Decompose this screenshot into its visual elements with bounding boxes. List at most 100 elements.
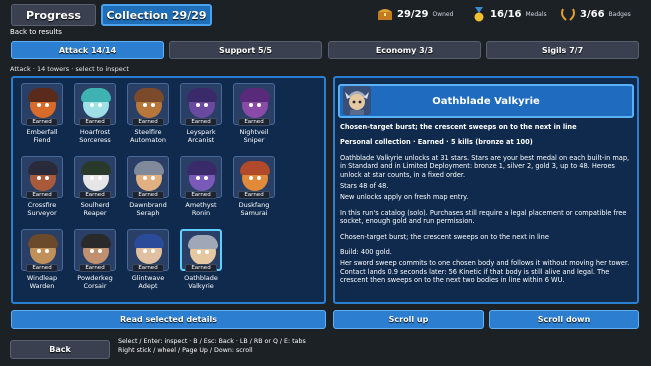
- detail-paragraph: Build: 400 gold.: [340, 248, 392, 257]
- tower-eye: [45, 103, 49, 107]
- tower-eye: [143, 103, 147, 107]
- detail-paragraph: Chosen-target burst; the crescent sweeps…: [340, 123, 577, 131]
- controls-hint-line: Select / Enter: inspect · B / Esc: Back …: [118, 338, 306, 345]
- tower-eye: [37, 176, 41, 180]
- medals-label: Medals: [525, 11, 547, 18]
- tower-headgear: [28, 161, 58, 175]
- detail-paragraph: Her sword sweep commits to one chosen bo…: [340, 259, 630, 285]
- tab-support[interactable]: Support 5/5: [169, 41, 322, 59]
- owned-value: 29/29: [397, 8, 429, 20]
- tower-tile[interactable]: Earned Glintwave Adept: [126, 229, 170, 296]
- tower-eye: [143, 176, 147, 180]
- tower-headgear: [187, 88, 217, 102]
- tower-name: Crossfire Surveyor: [27, 201, 57, 217]
- tower-eye: [98, 176, 102, 180]
- tower-headgear: [81, 161, 111, 175]
- tower-eye: [249, 103, 253, 107]
- detail-paragraph: Chosen-target burst; the crescent sweeps…: [340, 232, 549, 241]
- tab-collection[interactable]: Collection 29/29: [101, 4, 212, 26]
- tower-tile[interactable]: Earned Powderkeg Corsair: [73, 229, 117, 296]
- read-details-button[interactable]: Read selected details: [11, 310, 326, 329]
- tower-grid-panel: Earned Emberfall Fiend Earned Hoarfrost Sor…: [11, 76, 326, 304]
- tower-name: Nightveil Sniper: [239, 128, 269, 144]
- tower-name: Steelfire Automaton: [129, 128, 167, 144]
- tower-name: Emberfall Fiend: [26, 128, 58, 144]
- earned-badge: Earned: [132, 264, 164, 272]
- tower-name: Duskfang Samurai: [238, 201, 270, 217]
- tab-attack[interactable]: Attack 14/14: [11, 41, 164, 59]
- tower-name: Amethyst Ronin: [185, 201, 217, 217]
- tower-eye: [90, 249, 94, 253]
- tower-eye: [37, 103, 41, 107]
- tower-name: Windleap Warden: [26, 274, 58, 290]
- scroll-up-button[interactable]: Scroll up: [333, 310, 484, 329]
- detail-paragraph: Stars 48 of 48.: [340, 182, 389, 191]
- hero-portrait: [343, 86, 371, 115]
- back-button[interactable]: Back: [10, 340, 110, 359]
- detail-text[interactable]: Chosen-target burst; the crescent sweeps…: [340, 123, 632, 299]
- tower-headgear: [81, 88, 111, 102]
- back-to-results-hint: Back to results: [10, 28, 62, 36]
- tower-headgear: [28, 234, 58, 248]
- tower-headgear: [134, 161, 164, 175]
- tower-tile[interactable]: Earned Dawnbrand Seraph: [126, 156, 170, 223]
- earned-badge: Earned: [185, 264, 217, 272]
- badges-stat: 3/66 Badges: [560, 7, 631, 22]
- earned-badge: Earned: [238, 118, 270, 126]
- earned-badge: Earned: [132, 118, 164, 126]
- tower-eye: [151, 249, 155, 253]
- tower-tile[interactable]: Earned Soulherd Reaper: [73, 156, 117, 223]
- treasure-chest-icon: [378, 9, 392, 20]
- tower-eye: [196, 176, 200, 180]
- tower-tile[interactable]: Earned Leyspark Arcanist: [179, 83, 223, 150]
- tower-tile[interactable]: Earned Crossfire Surveyor: [20, 156, 64, 223]
- detail-paragraph: New unlocks apply on fresh map entry.: [340, 193, 469, 202]
- tower-tile[interactable]: Earned Nightveil Sniper: [232, 83, 276, 150]
- laurel-badge-icon: [561, 8, 575, 21]
- earned-badge: Earned: [79, 191, 111, 199]
- tower-headgear: [134, 234, 164, 248]
- tower-name: Soulherd Reaper: [80, 201, 110, 217]
- tower-eye: [90, 103, 94, 107]
- tower-eye: [98, 249, 102, 253]
- detail-paragraph: Personal collection · Earned · 5 kills (…: [340, 138, 533, 147]
- earned-badge: Earned: [185, 118, 217, 126]
- owned-stat: 29/29 Owned: [377, 7, 453, 21]
- tower-name: Oathblade Valkyrie: [184, 274, 218, 290]
- tab-sigils[interactable]: Sigils 7/7: [486, 41, 639, 59]
- earned-badge: Earned: [132, 191, 164, 199]
- tower-tile[interactable]: Earned Windleap Warden: [20, 229, 64, 296]
- tower-headgear: [188, 235, 218, 249]
- tower-eye: [143, 249, 147, 253]
- tower-eye: [45, 176, 49, 180]
- earned-badge: Earned: [26, 264, 58, 272]
- tower-tile[interactable]: Earned Steelfire Automaton: [126, 83, 170, 150]
- detail-paragraph: Oathblade Valkyrie unlocks at 31 stars. …: [340, 153, 630, 179]
- tab-progress[interactable]: Progress: [11, 4, 96, 26]
- tower-tile[interactable]: Earned Emberfall Fiend: [20, 83, 64, 150]
- tower-headgear: [134, 88, 164, 102]
- tower-eye: [197, 250, 201, 254]
- list-caption: Attack · 14 towers · select to inspect: [10, 65, 129, 73]
- earned-badge: Earned: [79, 118, 111, 126]
- tower-tile[interactable]: Earned Hoarfrost Sorceress: [73, 83, 117, 150]
- tower-eye: [151, 176, 155, 180]
- badges-label: Badges: [608, 11, 631, 18]
- tower-eye: [45, 249, 49, 253]
- tower-headgear: [28, 88, 58, 102]
- earned-badge: Earned: [238, 191, 270, 199]
- scroll-down-button[interactable]: Scroll down: [489, 310, 639, 329]
- tower-name: Hoarfrost Sorceress: [79, 128, 111, 144]
- tower-eye: [90, 176, 94, 180]
- tower-name: Leyspark Arcanist: [186, 128, 216, 144]
- tower-eye: [205, 250, 209, 254]
- hero-title-banner: Oathblade Valkyrie: [338, 84, 634, 118]
- tower-eye: [37, 249, 41, 253]
- tower-tile[interactable]: Earned Duskfang Samurai: [232, 156, 276, 223]
- tower-name: Glintwave Adept: [131, 274, 165, 290]
- tab-economy[interactable]: Economy 3/3: [328, 41, 481, 59]
- tower-tile[interactable]: Earned Amethyst Ronin: [179, 156, 223, 223]
- tower-tile[interactable]: Earned Oathblade Valkyrie: [179, 229, 223, 296]
- medals-value: 16/16: [490, 9, 522, 20]
- tower-eye: [151, 103, 155, 107]
